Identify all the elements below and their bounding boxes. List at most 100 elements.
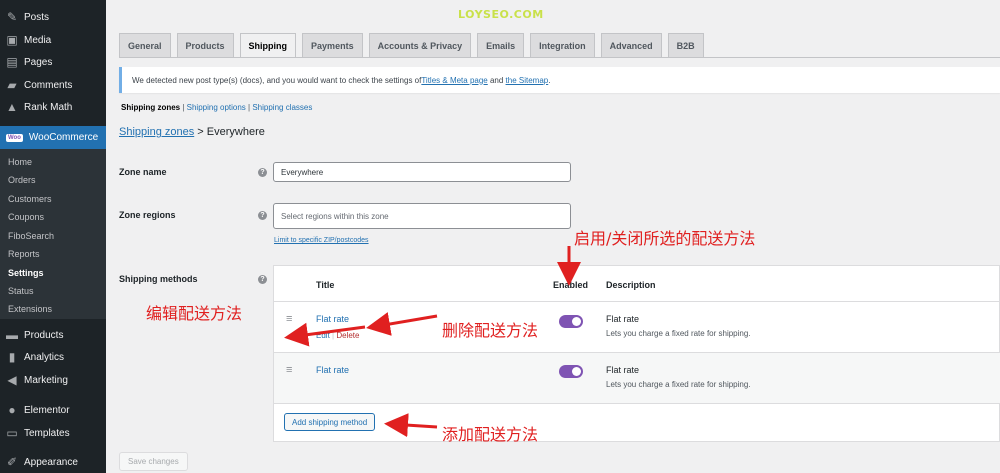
edit-method-link[interactable]: Edit	[316, 331, 330, 340]
subnav-shipping-options[interactable]: Shipping options	[187, 103, 246, 112]
notice-text: and	[487, 75, 506, 85]
method-description: Lets you charge a fixed rate for shippin…	[606, 329, 751, 338]
sidebar-item-label: WooCommerce	[28, 132, 99, 143]
notice-text: .	[548, 75, 551, 85]
sidebar-item-posts[interactable]: ✎ Posts	[0, 6, 106, 28]
tab-general[interactable]: General	[119, 33, 171, 57]
submenu-item-home[interactable]: Home	[8, 157, 32, 167]
submenu-item-extensions[interactable]: Extensions	[8, 304, 52, 314]
method-title-link[interactable]: Flat rate	[316, 314, 349, 324]
breadcrumb-current: > Everywhere	[194, 126, 265, 138]
drag-handle-icon[interactable]: ≡	[286, 313, 292, 325]
sidebar-item-label: Marketing	[24, 374, 68, 386]
help-icon[interactable]: ?	[258, 275, 267, 284]
add-shipping-method-button[interactable]: Add shipping method	[284, 413, 376, 431]
submenu-item-settings[interactable]: Settings	[8, 268, 44, 278]
rank-math-icon: ▲	[6, 100, 18, 114]
submenu-item-reports[interactable]: Reports	[8, 249, 40, 259]
zone-name-input[interactable]: Everywhere	[273, 162, 571, 182]
sidebar-item-label: Products	[24, 329, 64, 341]
tab-advanced[interactable]: Advanced	[600, 33, 662, 57]
help-icon[interactable]: ?	[258, 168, 267, 177]
tab-emails[interactable]: Emails	[477, 33, 525, 57]
zone-regions-label: Zone regions	[119, 210, 176, 220]
sidebar-item-templates[interactable]: ▭ Templates	[0, 422, 106, 444]
sidebar-item-label: Rank Math	[24, 101, 73, 113]
submenu-item-orders[interactable]: Orders	[8, 175, 36, 185]
sidebar-item-label: Appearance	[24, 456, 78, 468]
method-title-link[interactable]: Flat rate	[316, 365, 349, 375]
annotation-add: 添加配送方法	[442, 425, 539, 444]
woocommerce-icon: Woo	[6, 133, 23, 142]
sidebar-item-elementor[interactable]: ● Elementor	[0, 399, 106, 421]
pin-icon: ✎	[6, 10, 18, 24]
products-icon: ▬	[6, 328, 18, 342]
submenu-item-customers[interactable]: Customers	[8, 194, 52, 204]
sidebar-item-label: Posts	[24, 11, 50, 23]
subnav-shipping-zones[interactable]: Shipping zones	[121, 103, 180, 112]
breadcrumb-shipping-zones[interactable]: Shipping zones	[119, 126, 194, 138]
column-header-enabled: Enabled	[553, 280, 589, 290]
watermark: LOYSEO.COM	[458, 8, 544, 21]
sidebar-item-woocommerce[interactable]: Woo WooCommerce	[0, 126, 106, 149]
pages-icon: ▤	[6, 55, 18, 69]
submenu-item-status[interactable]: Status	[8, 286, 34, 296]
tab-b2b[interactable]: B2B	[667, 33, 704, 57]
sidebar-item-products[interactable]: ▬ Products	[0, 324, 106, 346]
sidebar-item-comments[interactable]: ▰ Comments	[0, 74, 106, 96]
delete-method-link[interactable]: Delete	[336, 331, 359, 340]
method-enabled-toggle[interactable]	[559, 315, 583, 328]
limit-zip-postcodes-link[interactable]: Limit to specific ZIP/postcodes	[274, 237, 369, 244]
templates-icon: ▭	[6, 426, 18, 440]
main-content: LOYSEO.COM General Products Shipping Pay…	[106, 0, 1000, 473]
submenu-item-fibosearch[interactable]: FiboSearch	[8, 231, 54, 241]
sidebar-item-label: Pages	[24, 56, 53, 68]
annotation-edit: 编辑配送方法	[146, 304, 243, 323]
sidebar-item-analytics[interactable]: ▮ Analytics	[0, 346, 106, 368]
sidebar-item-media[interactable]: ▣ Media	[0, 29, 106, 51]
tab-payments[interactable]: Payments	[302, 33, 363, 57]
sitemap-link[interactable]: the Sitemap	[506, 76, 549, 85]
zone-name-label: Zone name	[119, 167, 167, 177]
sidebar-item-label: Elementor	[24, 404, 70, 416]
sidebar-item-marketing[interactable]: ◀ Marketing	[0, 369, 106, 391]
annotation-toggle: 启用/关闭所选的配送方法	[574, 229, 756, 248]
sidebar-item-appearance[interactable]: ✐ Appearance	[0, 451, 106, 473]
appearance-icon: ✐	[6, 455, 18, 469]
method-description-title: Flat rate	[606, 314, 640, 324]
notice-text: We detected new post type(s) (docs), and…	[132, 75, 422, 85]
tab-shipping[interactable]: Shipping	[239, 33, 297, 58]
tab-accounts-privacy[interactable]: Accounts & Privacy	[368, 33, 472, 57]
admin-sidebar: ✎ Posts ▣ Media ▤ Pages ▰ Comments ▲ Rank Mat…	[0, 0, 106, 473]
sidebar-item-label: Templates	[24, 427, 70, 439]
sidebar-item-pages[interactable]: ▤ Pages	[0, 51, 106, 73]
comments-icon: ▰	[7, 78, 17, 92]
elementor-icon: ●	[8, 403, 16, 417]
help-icon[interactable]: ?	[258, 211, 267, 220]
sidebar-item-label: Comments	[24, 79, 73, 91]
media-icon: ▣	[6, 33, 18, 47]
tab-integration[interactable]: Integration	[530, 33, 595, 57]
analytics-icon: ▮	[8, 350, 16, 364]
settings-tabs: General Products Shipping Payments Accou…	[119, 33, 710, 58]
table-row: ≡ Flat rate Flat rate Lets you charge a …	[274, 352, 1000, 403]
method-description: Lets you charge a fixed rate for shippin…	[606, 380, 751, 389]
subnav-shipping-classes[interactable]: Shipping classes	[252, 103, 312, 112]
drag-handle-icon[interactable]: ≡	[286, 364, 292, 376]
method-description-title: Flat rate	[606, 365, 640, 375]
titles-meta-link[interactable]: Titles & Meta page	[421, 76, 487, 85]
marketing-icon: ◀	[7, 373, 17, 387]
row-actions: Edit | Delete	[316, 331, 359, 340]
method-enabled-toggle[interactable]	[559, 365, 583, 378]
submenu-item-coupons[interactable]: Coupons	[8, 212, 44, 222]
column-header-title: Title	[316, 280, 335, 290]
column-header-description: Description	[606, 280, 656, 290]
save-changes-button[interactable]: Save changes	[119, 452, 188, 471]
zone-regions-select[interactable]: Select regions within this zone	[273, 203, 571, 229]
sidebar-item-label: Analytics	[24, 351, 65, 363]
sidebar-item-rank-math[interactable]: ▲ Rank Math	[0, 96, 106, 118]
tabs-divider	[119, 57, 1000, 58]
tab-products[interactable]: Products	[176, 33, 234, 57]
woocommerce-submenu: Home Orders Customers Coupons FiboSearch…	[0, 149, 106, 319]
page-title: Shipping zones > Everywhere	[119, 126, 265, 138]
